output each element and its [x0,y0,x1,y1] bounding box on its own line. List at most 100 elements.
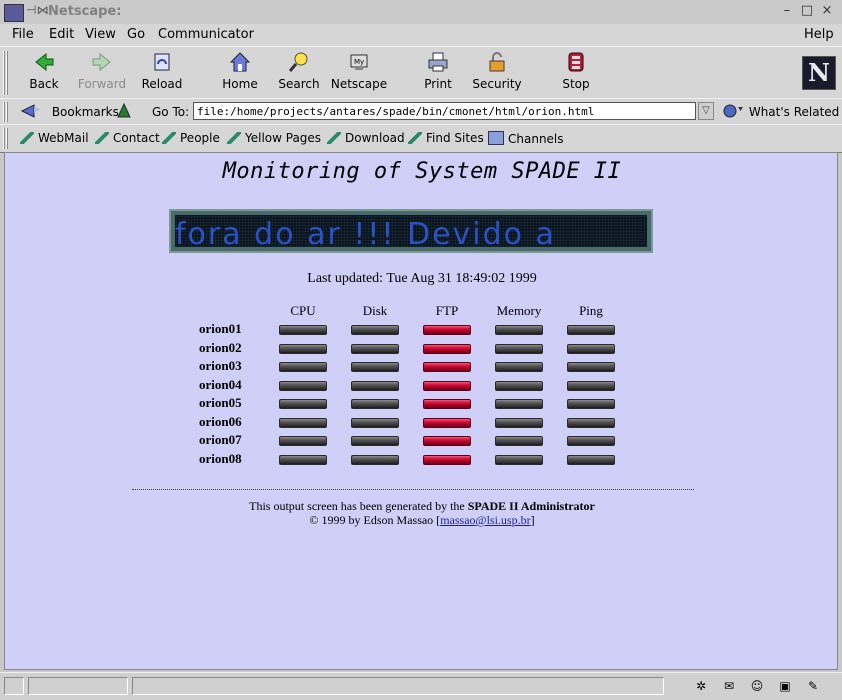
column-header-ping: Ping [579,303,603,318]
link-contact[interactable]: Contact [95,131,160,145]
menu-bar: File Edit View Go Communicator Help [0,24,842,46]
marquee-text: fora do ar !!! Devido a [175,217,556,252]
status-bar-disk-gray [351,454,399,465]
status-bar-cpu-gray [279,436,327,446]
navigator-icon[interactable]: ✲ [692,678,710,694]
newsgroup-icon[interactable]: ☺ [748,678,766,694]
bookmarks-label: Bookmarks [51,105,119,119]
netscape-button[interactable]: My Netscape [330,51,388,97]
bookmark-link-icon [95,132,109,144]
page-content[interactable]: Monitoring of System SPADE II fora do ar… [4,152,838,670]
status-bar-disk-gray [351,325,399,335]
admin-name: SPADE II Administrator [467,499,595,513]
bookmarks-button[interactable]: Bookmarks [20,103,119,119]
bookmark-link-icon [20,132,34,144]
back-button[interactable]: Back [15,51,73,97]
email-link[interactable]: massao@lsi.usp.br [440,513,530,527]
menu-view[interactable]: View [85,27,116,42]
window-title-bar[interactable]: ⊣⋈ Netscape: – □ × [0,0,842,25]
whats-related-button[interactable]: What's Related [721,103,839,119]
column-header-memory: Memory [496,303,542,318]
menu-file[interactable]: File [12,27,34,42]
status-bar-memory-gray [495,380,543,391]
status-bar-ftp-red [423,436,471,446]
footer-credit: This output screen has been generated by… [249,499,595,513]
reload-label: Reload [141,77,183,91]
back-arrow-icon [35,52,54,72]
status-bar-ping-gray [567,343,615,354]
column-header-disk: Disk [362,303,388,318]
footer-copyright: © 1999 by Edson Massao [massao@lsi.usp.b… [309,513,535,527]
url-dropdown-icon[interactable]: ▽ [698,102,714,120]
status-bar-ftp-red [423,417,471,428]
status-bar-ping-gray [567,380,615,391]
home-button[interactable]: Home [211,51,269,97]
security-button[interactable]: Security [468,51,526,97]
close-icon[interactable]: × [820,4,834,18]
minimize-icon[interactable]: – [780,4,794,18]
pin-icon[interactable]: ⊣⋈ [26,3,48,17]
status-bar-cpu-gray [279,362,327,372]
host-name: orion07 [199,432,242,447]
menu-edit[interactable]: Edit [49,27,74,42]
url-input[interactable]: file:/home/projects/antares/spade/bin/cm… [193,102,696,120]
host-name: orion02 [199,339,242,355]
status-bar-ftp-red [423,362,471,372]
location-toolbar: Bookmarks Go To: file:/home/projects/ant… [0,98,842,126]
link-find-sites[interactable]: Find Sites [408,131,484,145]
app-menu-icon[interactable] [4,4,24,22]
status-bar-ftp-red [423,399,471,409]
print-button[interactable]: Print [409,51,467,97]
security-label: Security [472,77,522,91]
link-people[interactable]: People [162,131,220,145]
menu-go[interactable]: Go [127,27,145,42]
stop-icon [568,52,584,72]
link-webmail[interactable]: WebMail [20,131,89,145]
status-bar-memory-gray [495,417,543,428]
search-icon [288,52,308,72]
mail-icon[interactable]: ✉ [720,678,738,694]
stop-button[interactable]: Stop [547,51,605,97]
svg-text:My: My [354,58,364,66]
status-bar-memory-gray [495,436,543,446]
forward-button[interactable]: Forward [73,51,131,97]
search-label: Search [278,77,320,91]
search-button[interactable]: Search [270,51,328,97]
menu-help[interactable]: Help [804,27,834,42]
bookmark-icon [20,104,40,118]
location-grip[interactable] [3,102,9,122]
netscape-logo[interactable]: N [802,56,836,90]
status-bar-cpu-gray [279,380,327,391]
status-bar-ftp-red [423,343,471,354]
printer-icon [428,52,448,72]
maximize-icon[interactable]: □ [800,4,814,18]
address-book-icon[interactable]: ▣ [776,678,794,694]
status-bar-disk-gray [351,436,399,446]
personal-grip[interactable] [3,128,9,149]
channels-folder-icon [488,131,504,145]
reload-button[interactable]: Reload [133,51,191,97]
host-name: orion04 [199,376,242,392]
toolbar-grip[interactable] [3,51,9,95]
stop-label: Stop [562,77,590,91]
status-bar-disk-gray [351,362,399,372]
menu-communicator[interactable]: Communicator [158,27,254,42]
composer-icon[interactable]: ✎ [804,678,822,694]
bookmark-link-icon [227,132,241,144]
link-yellow-pages[interactable]: Yellow Pages [227,131,321,145]
status-bar-cpu-gray [279,399,327,409]
link-channels[interactable]: Channels [488,131,564,146]
personal-toolbar: WebMail Contact People Yellow Pages Down… [0,124,842,153]
column-header-ftp: FTP [435,303,459,318]
link-download[interactable]: Download [327,131,405,145]
print-label: Print [424,77,452,91]
bookmark-link-icon [162,132,176,144]
forward-label: Forward [77,77,127,91]
bookmark-link-icon [327,132,341,144]
status-bar-ftp-red [423,380,471,391]
bookmark-link-icon [408,132,422,144]
security-status-icon[interactable] [4,677,24,695]
status-bar-disk-gray [351,399,399,409]
host-name: orion03 [199,358,242,373]
drag-location-icon[interactable] [116,102,132,122]
